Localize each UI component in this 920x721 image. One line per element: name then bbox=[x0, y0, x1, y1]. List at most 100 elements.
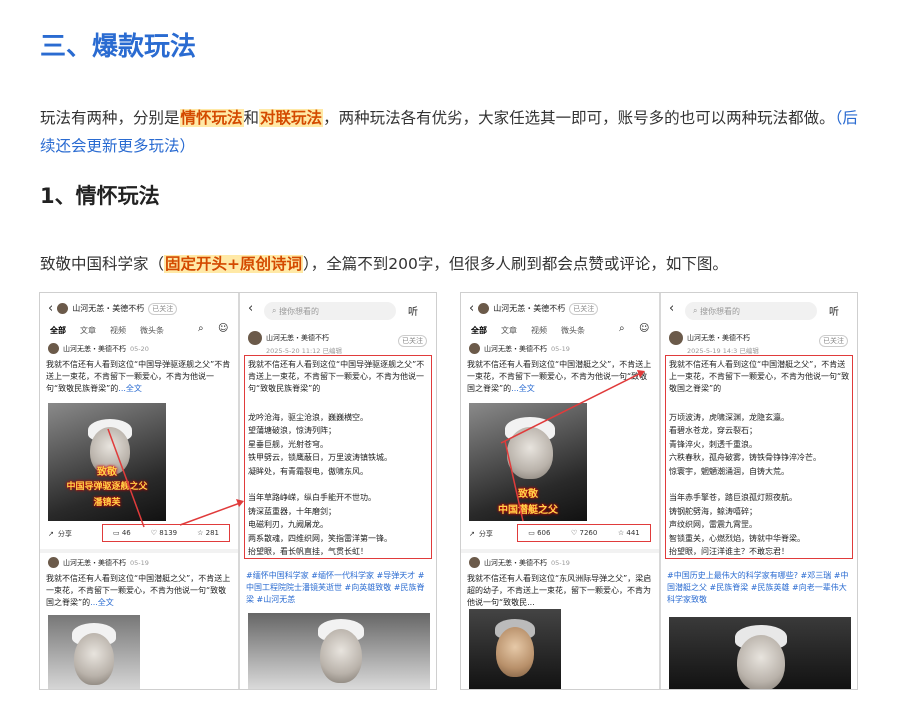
post-text[interactable]: 我就不信还有人看到这位“中国导弹驱逐舰之父”不肯送上一束花，不肯留下一颗爱心，不… bbox=[46, 359, 232, 395]
tab-all[interactable]: 全部 bbox=[50, 325, 66, 336]
tab-articles[interactable]: 文章 bbox=[80, 325, 96, 336]
tab-videos[interactable]: 视频 bbox=[531, 325, 547, 336]
avatar bbox=[48, 343, 59, 354]
profile-pane: ‹ 山河无恙・美德不朽 已关注 全部 文章 视频 微头条 ⌕ ☺ 山河无恙・美德… bbox=[461, 293, 659, 689]
poem-text: 万顷波涛，虎啸深渊，龙隐玄瀛。 看碧水苍龙，穿云裂石； 青锋淬火，刺透千重浪。 六秩春… bbox=[669, 411, 849, 558]
avatar bbox=[248, 331, 262, 345]
profile-name: 山河无恙・美德不朽 bbox=[72, 304, 145, 313]
post-time: 05-19 bbox=[551, 344, 570, 353]
profile-pane: ‹ 山河无恙・美德不朽 已关注 全部 文章 视频 微头条 ⌕ ☺ 山河无恙・美德… bbox=[40, 293, 238, 689]
search-icon[interactable]: ⌕ bbox=[619, 323, 625, 334]
star-count[interactable]: ☆ 281 bbox=[197, 529, 219, 537]
separator bbox=[461, 549, 659, 553]
poem-line: 智锁重关，心燃烈焰，铸就中华脊梁。 bbox=[669, 533, 805, 543]
poem-line: 望蒲塘破浪，惊涛列阵； bbox=[248, 426, 336, 436]
avatar bbox=[478, 303, 490, 314]
detail-pane: ‹ ⌕ 搜你想看的 听 山河无恙・美德不朽 已关注 2025-5-20 11:1… bbox=[240, 293, 436, 689]
search-placeholder: 搜你想看的 bbox=[700, 306, 741, 316]
user-icon[interactable]: ☺ bbox=[639, 323, 649, 334]
tab-articles[interactable]: 文章 bbox=[501, 325, 517, 336]
face bbox=[74, 633, 114, 685]
likes-value: 8139 bbox=[159, 529, 178, 537]
face bbox=[507, 427, 553, 479]
tab-videos[interactable]: 视频 bbox=[110, 325, 126, 336]
photo-caption: 中国导弹驱逐舰之父 bbox=[66, 482, 148, 492]
poem-line: 星垂巨舰，光射苍穹。 bbox=[248, 439, 328, 449]
listen-button[interactable]: 听 bbox=[408, 303, 418, 318]
like-count[interactable]: ♡ 8139 bbox=[151, 529, 177, 537]
listen-button[interactable]: 听 bbox=[829, 303, 839, 318]
poem-line: 抬望眼，问汪洋谁主？不敢忘君！ bbox=[669, 547, 789, 557]
hashtags[interactable]: #缅怀中国科学家 #缅怀一代科学家 #导弹天才 #中国工程院院士潘镜芙逝世 #向… bbox=[246, 570, 432, 606]
follow-badge[interactable]: 已关注 bbox=[569, 302, 599, 315]
search-icon: ⌕ bbox=[272, 306, 280, 315]
back-icon[interactable]: ‹ bbox=[469, 301, 474, 316]
like-count[interactable]: ♡ 7260 bbox=[571, 529, 597, 537]
portrait-photo[interactable] bbox=[469, 609, 561, 689]
full-text-link[interactable]: ...全文 bbox=[90, 598, 114, 607]
screenshot-1: ‹ 山河无恙・美德不朽 已关注 全部 文章 视频 微头条 ⌕ ☺ 山河无恙・美德… bbox=[39, 292, 437, 690]
share-icon[interactable]: ↗ bbox=[48, 530, 54, 538]
intro-paragraph: 玩法有两种，分别是情怀玩法和对联玩法，两种玩法各有优劣，大家任选其一即可，账号多… bbox=[40, 104, 860, 160]
tab-micro[interactable]: 微头条 bbox=[140, 325, 164, 336]
portrait-photo[interactable] bbox=[248, 613, 430, 689]
user-icon[interactable]: ☺ bbox=[218, 323, 228, 334]
follow-badge[interactable]: 已关注 bbox=[398, 335, 427, 347]
profile-tabs: 全部 文章 视频 微头条 bbox=[50, 325, 164, 336]
search-icon[interactable]: ⌕ bbox=[198, 323, 204, 334]
poem-line: 声纹织网，雷震九霄罡。 bbox=[669, 520, 757, 530]
share-label[interactable]: 分享 bbox=[58, 529, 72, 539]
back-icon[interactable]: ‹ bbox=[48, 301, 53, 316]
poem-line: 两系散魂，四维织网，笑指雷洋第一锋。 bbox=[248, 533, 392, 543]
tab-micro[interactable]: 微头条 bbox=[561, 325, 585, 336]
separator bbox=[40, 549, 238, 553]
full-text-link[interactable]: ...全文 bbox=[118, 384, 142, 393]
search-input[interactable]: ⌕ 搜你想看的 bbox=[264, 302, 396, 320]
avatar bbox=[48, 557, 59, 568]
stars-value: 281 bbox=[205, 529, 219, 537]
poem-line: 龙吟沧海，驱尘沧浪，巍巍横空。 bbox=[248, 413, 368, 422]
star-count[interactable]: ☆ 441 bbox=[618, 529, 640, 537]
avatar bbox=[469, 343, 480, 354]
full-text-link[interactable]: ...全文 bbox=[511, 384, 535, 393]
face bbox=[320, 629, 362, 683]
comment-count[interactable]: ▭ 606 bbox=[528, 529, 550, 537]
portrait-photo[interactable] bbox=[669, 617, 851, 689]
profile-tabs: 全部 文章 视频 微头条 bbox=[471, 325, 585, 336]
poem-line: 万顷波涛，虎啸深渊，龙隐玄瀛。 bbox=[669, 413, 789, 422]
poem-line: 惊寰宇，魍魉潮涌涸，自铸大荒。 bbox=[669, 466, 789, 476]
post-author: 山河无恙・美德不朽 bbox=[484, 558, 547, 567]
post-text[interactable]: 我就不信还有人看到这位“东风洲际导弹之父”，梁启超的幼子，不肯送上一束花，留下一… bbox=[467, 573, 653, 609]
section-heading: 三、爆款玩法 bbox=[40, 32, 197, 62]
desc-text: 致敬中国科学家（ bbox=[40, 255, 165, 273]
tab-all[interactable]: 全部 bbox=[471, 325, 487, 336]
post-body: 我就不信还有人看到这位“中国潜艇之父”，不肯送上一束花，不肯留下一颗爱心，不肯为… bbox=[467, 360, 652, 393]
comment-count[interactable]: ▭ 46 bbox=[113, 529, 131, 537]
follow-badge[interactable]: 已关注 bbox=[819, 335, 848, 347]
poem-line bbox=[248, 478, 428, 491]
detail-pane: ‹ ⌕ 搜你想看的 听 山河无恙・美德不朽 已关注 2025-5-19 14:3… bbox=[661, 293, 857, 689]
search-input[interactable]: ⌕ 搜你想看的 bbox=[685, 302, 817, 320]
comments-value: 606 bbox=[537, 529, 551, 537]
follow-badge[interactable]: 已关注 bbox=[148, 302, 178, 315]
poem-line: 铸钢舵劈海，鲸涛嘻碎； bbox=[669, 506, 757, 516]
poem-line: 当年草路峥嵘，纵白手能开不世功。 bbox=[248, 493, 376, 503]
post-text[interactable]: 我就不信还有人看到这位“中国潜艇之父”，不肯送上一束花，不肯留下一颗爱心，不肯为… bbox=[46, 573, 232, 609]
back-icon[interactable]: ‹ bbox=[248, 301, 253, 316]
portrait-photo[interactable]: 致敬 中国导弹驱逐舰之父 潘镜芙 bbox=[48, 403, 166, 521]
post-text[interactable]: 我就不信还有人看到这位“中国潜艇之父”，不肯送上一束花，不肯留下一颗爱心，不肯为… bbox=[467, 359, 653, 395]
highlight-nostalgia: 情怀玩法 bbox=[179, 109, 244, 127]
sub-heading: 1、情怀玩法 bbox=[40, 184, 160, 208]
share-label[interactable]: 分享 bbox=[479, 529, 493, 539]
intro-text-2: ，两种玩法各有优劣，大家任选其一即可，账号多的也可以两种玩法都做。 bbox=[323, 109, 835, 127]
post-body: 我就不信还有人看到这位“中国导弹驱逐舰之父”不肯送上一束花，不肯留下一颗爱心，不… bbox=[248, 360, 425, 393]
portrait-photo[interactable]: 致敬 中国潜艇之父 bbox=[469, 403, 587, 521]
stars-value: 441 bbox=[626, 529, 640, 537]
portrait-photo[interactable] bbox=[48, 615, 140, 689]
avatar bbox=[57, 303, 69, 314]
post-time: 2025-5-19 14:3 已编辑 bbox=[687, 347, 759, 355]
comments-value: 46 bbox=[121, 529, 131, 537]
hashtags[interactable]: #中国历史上最伟大的科学家有哪些? #邓三瑞 #中国潜艇之父 #民族脊梁 #民族… bbox=[667, 570, 853, 606]
back-icon[interactable]: ‹ bbox=[669, 301, 674, 316]
share-icon[interactable]: ↗ bbox=[469, 530, 475, 538]
